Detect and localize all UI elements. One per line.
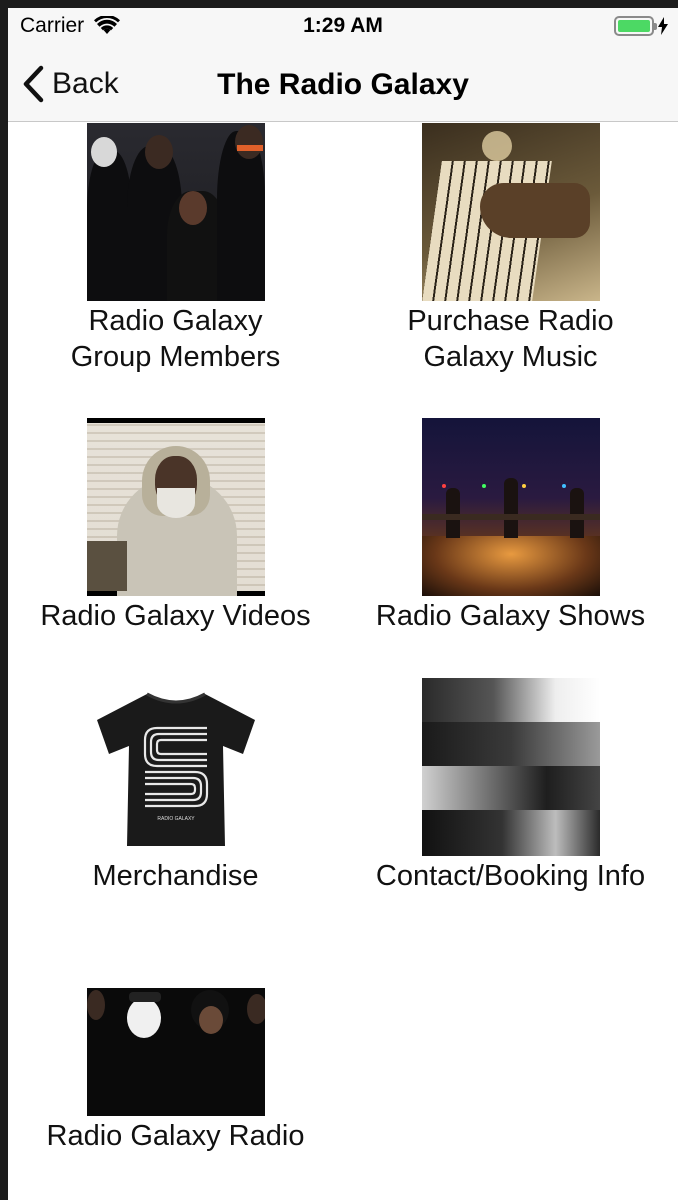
tile-purchase-music[interactable]: Purchase Radio Galaxy Music <box>343 123 678 383</box>
tile-caption-line2: Group Members <box>70 341 281 373</box>
navigation-bar: Back The Radio Galaxy <box>8 48 678 122</box>
tile-caption-line1: Radio Galaxy Radio <box>46 1120 305 1152</box>
tile-caption-line1: Purchase Radio <box>407 305 614 337</box>
tile-caption-line1: Contact/Booking Info <box>375 860 646 892</box>
tile-caption: Purchase Radio Galaxy Music <box>343 303 678 375</box>
shows-photo <box>422 418 600 596</box>
tshirt-icon: RADIO GALAXY <box>97 692 255 846</box>
battery-fill <box>618 20 650 32</box>
contact-collage-photo <box>422 678 600 856</box>
tshirt-photo: RADIO GALAXY <box>87 678 265 856</box>
battery-tip <box>654 23 657 30</box>
tile-caption-line2: Galaxy Music <box>423 341 598 373</box>
tile-merchandise[interactable]: RADIO GALAXY Merchandise <box>8 678 343 938</box>
tile-caption-line1: Radio Galaxy Shows <box>375 600 646 632</box>
shirt-print-text: RADIO GALAXY <box>157 816 195 822</box>
battery-icon <box>614 16 657 36</box>
tile-caption-line1: Merchandise <box>92 860 259 892</box>
device-frame: Carrier 1:29 AM Back The Radio Galaxy Ra… <box>0 0 678 1200</box>
tile-caption: Radio Galaxy Videos <box>8 598 343 634</box>
tile-videos[interactable]: Radio Galaxy Videos <box>8 418 343 678</box>
tile-caption: Radio Galaxy Shows <box>343 598 678 634</box>
tile-contact-booking[interactable]: Contact/Booking Info <box>343 678 678 938</box>
status-time: 1:29 AM <box>303 14 383 37</box>
page-title: The Radio Galaxy <box>217 68 469 101</box>
tile-radio[interactable]: Radio Galaxy Radio <box>8 938 343 1198</box>
status-bar: Carrier 1:29 AM <box>8 8 678 48</box>
group-members-photo <box>87 123 265 301</box>
radio-photo <box>87 938 265 1116</box>
tile-caption-line1: Radio Galaxy <box>88 305 263 337</box>
piano-photo <box>422 123 600 301</box>
battery-indicator <box>614 16 668 36</box>
tile-shows[interactable]: Radio Galaxy Shows <box>343 418 678 678</box>
menu-grid: Radio Galaxy Group Members Purchase Radi… <box>8 123 678 1200</box>
videos-photo <box>87 418 265 596</box>
tile-caption: Radio Galaxy Radio <box>8 1118 343 1154</box>
charging-bolt-icon <box>658 17 668 35</box>
tile-caption: Merchandise <box>8 858 343 894</box>
tile-caption: Radio Galaxy Group Members <box>8 303 343 375</box>
tile-caption: Contact/Booking Info <box>343 858 678 894</box>
tile-group-members[interactable]: Radio Galaxy Group Members <box>8 123 343 383</box>
tile-caption-line1: Radio Galaxy Videos <box>40 600 311 632</box>
app-screen: Carrier 1:29 AM Back The Radio Galaxy Ra… <box>8 8 678 1200</box>
